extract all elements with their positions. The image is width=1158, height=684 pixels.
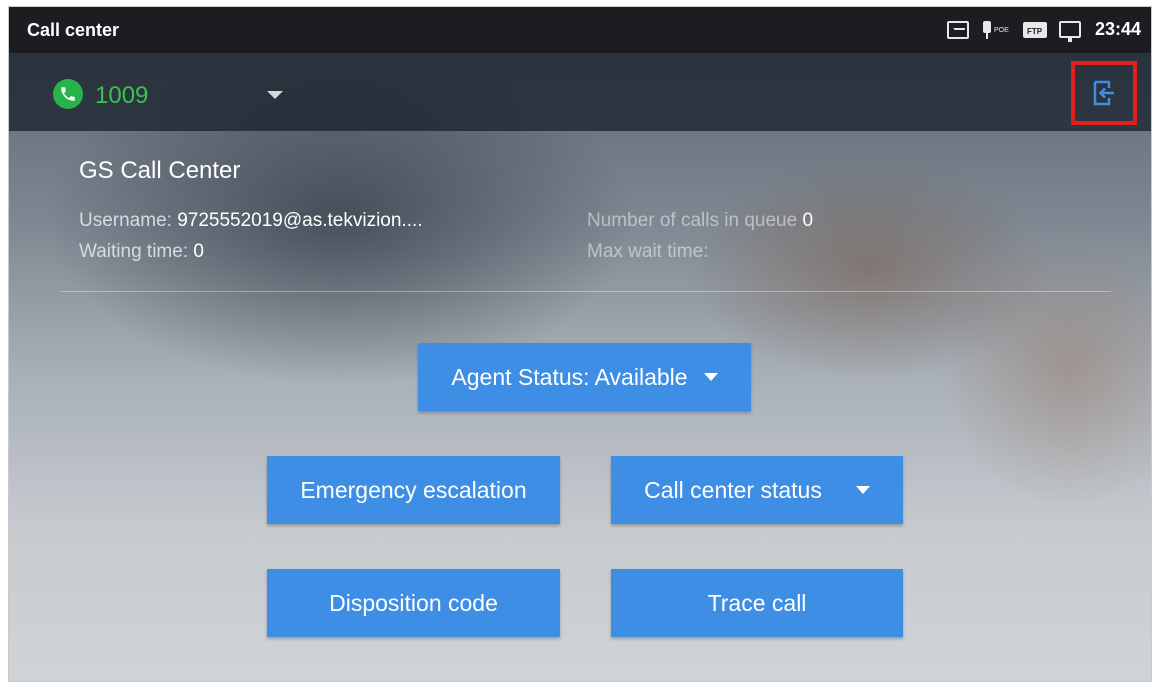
network-icon bbox=[1058, 21, 1081, 42]
username-row: Username: 9725552019@as.tekvizion.... bbox=[79, 210, 423, 232]
waiting-time-row: Waiting time: 0 bbox=[79, 241, 204, 263]
status-icons: POE FTP 23:44 bbox=[946, 19, 1141, 42]
account-bar: 1009 bbox=[9, 53, 1151, 131]
divider bbox=[61, 291, 1111, 292]
username-label: Username: bbox=[79, 210, 178, 231]
emergency-escalation-button[interactable]: Emergency escalation bbox=[267, 456, 560, 524]
logout-icon bbox=[1093, 80, 1114, 106]
max-wait-label: Max wait time: bbox=[587, 241, 709, 262]
queue-label: Number of calls in queue bbox=[587, 210, 803, 231]
queue-value: 0 bbox=[802, 210, 814, 231]
queue-row: Number of calls in queue 0 bbox=[587, 210, 813, 232]
chevron-down-icon[interactable] bbox=[267, 91, 283, 99]
ftp-icon: FTP bbox=[1022, 21, 1047, 38]
clock: 23:44 bbox=[1094, 19, 1141, 39]
chevron-down-icon bbox=[855, 486, 870, 494]
poe-icon: POE bbox=[981, 20, 1011, 39]
image-icon bbox=[946, 20, 969, 39]
logout-button[interactable] bbox=[1071, 61, 1137, 125]
status-bar: Call center POE FTP 23:44 bbox=[9, 7, 1151, 53]
agent-status-button[interactable]: Agent Status: Available bbox=[418, 343, 751, 411]
app-title: Call center bbox=[27, 20, 120, 40]
chevron-down-icon bbox=[703, 373, 718, 381]
max-wait-row: Max wait time: bbox=[587, 241, 708, 263]
call-center-status-button[interactable]: Call center status bbox=[611, 456, 903, 524]
waiting-time-value: 0 bbox=[193, 241, 204, 262]
disposition-code-button[interactable]: Disposition code bbox=[267, 569, 560, 637]
waiting-time-label: Waiting time: bbox=[79, 241, 194, 262]
trace-call-button[interactable]: Trace call bbox=[611, 569, 903, 637]
call-center-screen: Call center POE FTP 23:44 1009 GS Call C… bbox=[8, 6, 1152, 682]
account-selector[interactable]: 1009 bbox=[95, 82, 148, 110]
call-center-name: GS Call Center bbox=[79, 157, 241, 184]
username-value: 9725552019@as.tekvizion.... bbox=[177, 210, 423, 231]
phone-icon bbox=[53, 79, 83, 109]
